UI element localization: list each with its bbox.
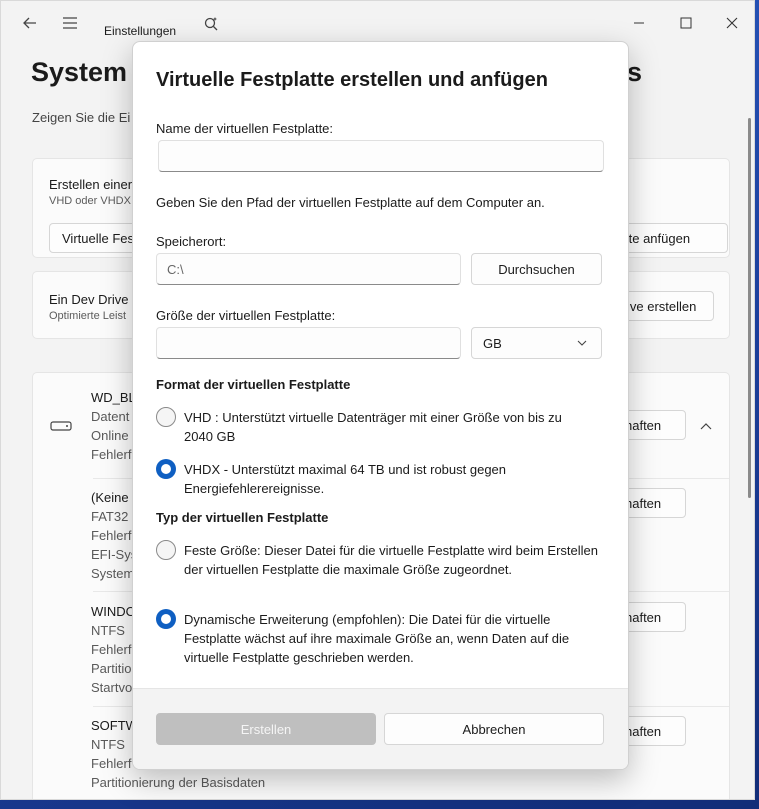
name-label: Name der virtuellen Festplatte: [156,121,334,136]
format-heading: Format der virtuellen Festplatte [156,377,351,392]
unit-value: GB [483,335,502,351]
create-vhd-dialog: Virtuelle Festplatte erstellen und anfüg… [132,41,629,770]
disk-name-input[interactable] [158,140,604,172]
size-label: Größe der virtuellen Festplatte: [156,308,336,323]
radio-dynamic-expansion[interactable] [156,609,176,629]
chevron-down-icon [577,337,587,349]
unit-select[interactable]: GB [471,327,602,359]
radio-label: Feste Größe: Dieser Datei für die virtue… [184,543,598,577]
radio-label: Dynamische Erweiterung (empfohlen): Die … [184,612,570,665]
browse-button[interactable]: Durchsuchen [471,253,602,285]
dialog-footer: Erstellen Abbrechen [133,688,628,769]
cancel-button[interactable]: Abbrechen [384,713,604,745]
dialog-title: Virtuelle Festplatte erstellen und anfüg… [156,69,548,91]
radio-fixed-size[interactable] [156,540,176,560]
location-label: Speicherort: [156,234,227,249]
path-hint: Geben Sie den Pfad der virtuellen Festpl… [156,195,545,210]
radio-vhdx[interactable] [156,459,176,479]
radio-label: VHDX - Unterstützt maximal 64 TB und ist… [184,462,507,496]
create-button[interactable]: Erstellen [156,713,376,745]
radio-label: VHD : Unterstützt virtuelle Datenträger … [184,410,562,444]
size-input[interactable] [156,327,461,359]
radio-vhd[interactable] [156,407,176,427]
type-heading: Typ der virtuellen Festplatte [156,510,329,525]
location-input[interactable]: C:\ [156,253,461,285]
